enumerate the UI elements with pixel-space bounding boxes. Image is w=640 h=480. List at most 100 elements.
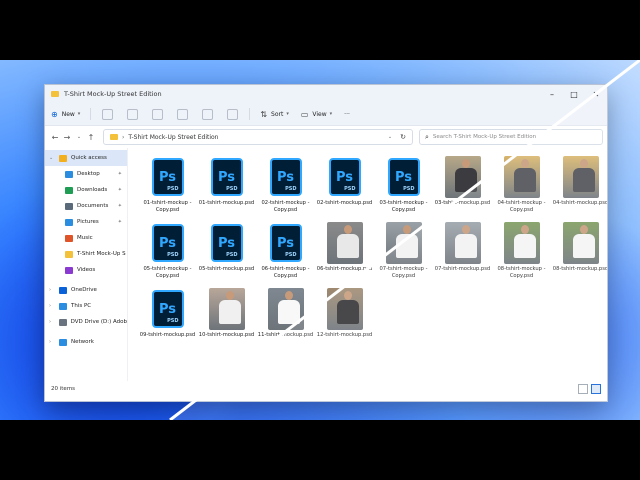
file-item[interactable]: Ps PSD 03-tshirt-mockup - Copy.psd — [374, 156, 433, 222]
rename-icon[interactable] — [177, 108, 189, 120]
file-thumbnail — [562, 156, 599, 198]
forward-arrow-icon[interactable]: → — [61, 133, 73, 142]
file-thumbnail — [503, 156, 540, 198]
more-options-button[interactable]: ··· — [338, 106, 356, 122]
up-arrow-icon[interactable]: ↑ — [85, 133, 97, 142]
mockup-photo-preview — [326, 222, 363, 264]
sidebar-item-label: This PC — [71, 303, 92, 309]
file-item[interactable]: 11-tshirt-mockup.psd — [256, 288, 315, 354]
file-item[interactable]: 08-tshirt-mockup - Copy.psd — [492, 222, 551, 288]
file-item[interactable]: Ps PSD 01-tshirt-mockup.psd — [197, 156, 256, 222]
file-name: 01-tshirt-mockup - Copy.psd — [143, 200, 192, 213]
view-button[interactable]: ▭ View ▾ — [295, 106, 338, 122]
ps-glyph: Ps — [276, 169, 295, 185]
file-item[interactable]: 04-tshirt-mockup - Copy.psd — [492, 156, 551, 222]
new-button[interactable]: ⊕ New ▾ — [45, 106, 86, 122]
file-item[interactable]: Ps PSD 02-tshirt-mockup - Copy.psd — [256, 156, 315, 222]
ps-glyph: Ps — [276, 235, 295, 251]
file-explorer-window: T-Shirt Mock-Up Street Edition – □ ✕ ⊕ N… — [44, 84, 608, 402]
minimize-button[interactable]: – — [541, 90, 563, 99]
sidebar-item-label: OneDrive — [71, 287, 97, 293]
chevron-down-icon[interactable]: ⌄ — [388, 134, 392, 140]
file-item[interactable]: 12-tshirt-mockup.psd — [315, 288, 374, 354]
folder-icon — [65, 250, 73, 258]
file-item[interactable]: Ps PSD 05-tshirt-mockup - Copy.psd — [138, 222, 197, 288]
file-name: 10-tshirt-mockup.psd — [198, 332, 255, 338]
file-item[interactable]: Ps PSD 01-tshirt-mockup - Copy.psd — [138, 156, 197, 222]
divider — [90, 108, 92, 120]
delete-icon[interactable] — [227, 108, 239, 120]
back-arrow-icon[interactable]: ← — [49, 133, 61, 142]
search-input[interactable]: ⌕ Search T-Shirt Mock-Up Street Edition — [419, 129, 603, 145]
refresh-icon[interactable]: ↻ — [400, 133, 406, 141]
sidebar-item-documents[interactable]: Documents ✦ — [45, 198, 127, 214]
file-item[interactable]: 03-tshirt-mockup.psd — [433, 156, 492, 222]
file-item[interactable]: Ps PSD 06-tshirt-mockup - Copy.psd — [256, 222, 315, 288]
sidebar-item-label: Music — [77, 235, 93, 241]
sidebar-item-this-pc[interactable]: › This PC — [45, 298, 127, 314]
model-head — [461, 159, 470, 168]
file-name: 11-tshirt-mockup.psd — [257, 332, 314, 338]
file-thumbnail — [444, 222, 481, 264]
cut-icon[interactable] — [102, 108, 114, 120]
plus-icon: ⊕ — [51, 109, 58, 119]
file-item[interactable]: 08-tshirt-mockup.psd — [551, 222, 607, 288]
mockup-photo-preview — [503, 222, 540, 264]
sidebar-item-pictures[interactable]: Pictures ✦ — [45, 214, 127, 230]
file-item[interactable]: 06-tshirt-mockup.psd — [315, 222, 374, 288]
file-thumbnail — [208, 288, 245, 330]
file-item[interactable]: 07-tshirt-mockup - Copy.psd — [374, 222, 433, 288]
large-icons-view-icon[interactable] — [591, 384, 601, 394]
file-item[interactable]: 07-tshirt-mockup.psd — [433, 222, 492, 288]
close-button[interactable]: ✕ — [585, 90, 607, 99]
chevron-right-icon[interactable]: › — [49, 319, 57, 325]
chevron-right-icon[interactable]: › — [49, 287, 57, 293]
file-grid: Ps PSD 01-tshirt-mockup - Copy.psd Ps PSD 01-… — [128, 148, 607, 381]
view-label: View — [312, 110, 327, 118]
photoshop-file-icon: Ps PSD — [269, 224, 302, 262]
copy-icon[interactable] — [127, 108, 139, 120]
file-item[interactable]: Ps PSD 02-tshirt-mockup.psd — [315, 156, 374, 222]
paste-icon[interactable] — [152, 108, 164, 120]
chevron-right-icon[interactable]: › — [49, 339, 57, 345]
file-thumbnail — [385, 222, 422, 264]
sidebar-item-onedrive[interactable]: › OneDrive — [45, 282, 127, 298]
sort-button[interactable]: ⇅ Sort ▾ — [254, 106, 295, 122]
sidebar-item-label: Network — [71, 339, 94, 345]
recent-chevron-icon[interactable]: ⌄ — [73, 134, 85, 140]
breadcrumb-chevron-icon: › — [122, 133, 125, 141]
navigation-pane: ⌄ Quick access Desktop ✦ Downloads ✦ Documents… — [45, 148, 128, 381]
file-item[interactable]: Ps PSD 05-tshirt-mockup.psd — [197, 222, 256, 288]
chevron-down-icon[interactable]: ⌄ — [49, 155, 57, 161]
ps-glyph: Ps — [217, 169, 236, 185]
sidebar-item-network[interactable]: › Network — [45, 334, 127, 350]
file-thumbnail: Ps PSD — [209, 222, 245, 264]
details-view-icon[interactable] — [578, 384, 588, 394]
file-name: 09-tshirt-mockup.psd — [139, 332, 196, 338]
item-count: 20 items — [51, 385, 76, 392]
file-name: 07-tshirt-mockup.psd — [434, 266, 491, 272]
ps-glyph: Ps — [394, 169, 413, 185]
network-icon — [59, 338, 67, 346]
chevron-right-icon[interactable]: › — [49, 303, 57, 309]
sidebar-item-music[interactable]: Music — [45, 230, 127, 246]
file-item[interactable]: 10-tshirt-mockup.psd — [197, 288, 256, 354]
breadcrumb: T-Shirt Mock-Up Street Edition — [128, 133, 219, 141]
ps-glyph: Ps — [335, 169, 354, 185]
ps-glyph: Ps — [158, 301, 177, 317]
file-item[interactable]: Ps PSD 09-tshirt-mockup.psd — [138, 288, 197, 354]
sidebar-item-desktop[interactable]: Desktop ✦ — [45, 166, 127, 182]
sidebar-item-label: Videos — [77, 267, 96, 273]
file-thumbnail: Ps PSD — [209, 156, 245, 198]
sidebar-item-dvd-drive-d-adob[interactable]: › DVD Drive (D:) Adob — [45, 314, 127, 330]
maximize-button[interactable]: □ — [563, 90, 585, 99]
sidebar-item-downloads[interactable]: Downloads ✦ — [45, 182, 127, 198]
share-icon[interactable] — [202, 108, 214, 120]
sidebar-item-t-shirt-mock-up-s[interactable]: T-Shirt Mock-Up S — [45, 246, 127, 262]
address-bar[interactable]: › T-Shirt Mock-Up Street Edition ⌄ ↻ — [103, 129, 413, 145]
file-item[interactable]: 04-tshirt-mockup.psd — [551, 156, 607, 222]
sidebar-item-quick-access[interactable]: ⌄ Quick access — [45, 150, 127, 166]
sidebar-item-videos[interactable]: Videos — [45, 262, 127, 278]
model-head — [520, 225, 529, 234]
folder-icon — [110, 134, 118, 140]
